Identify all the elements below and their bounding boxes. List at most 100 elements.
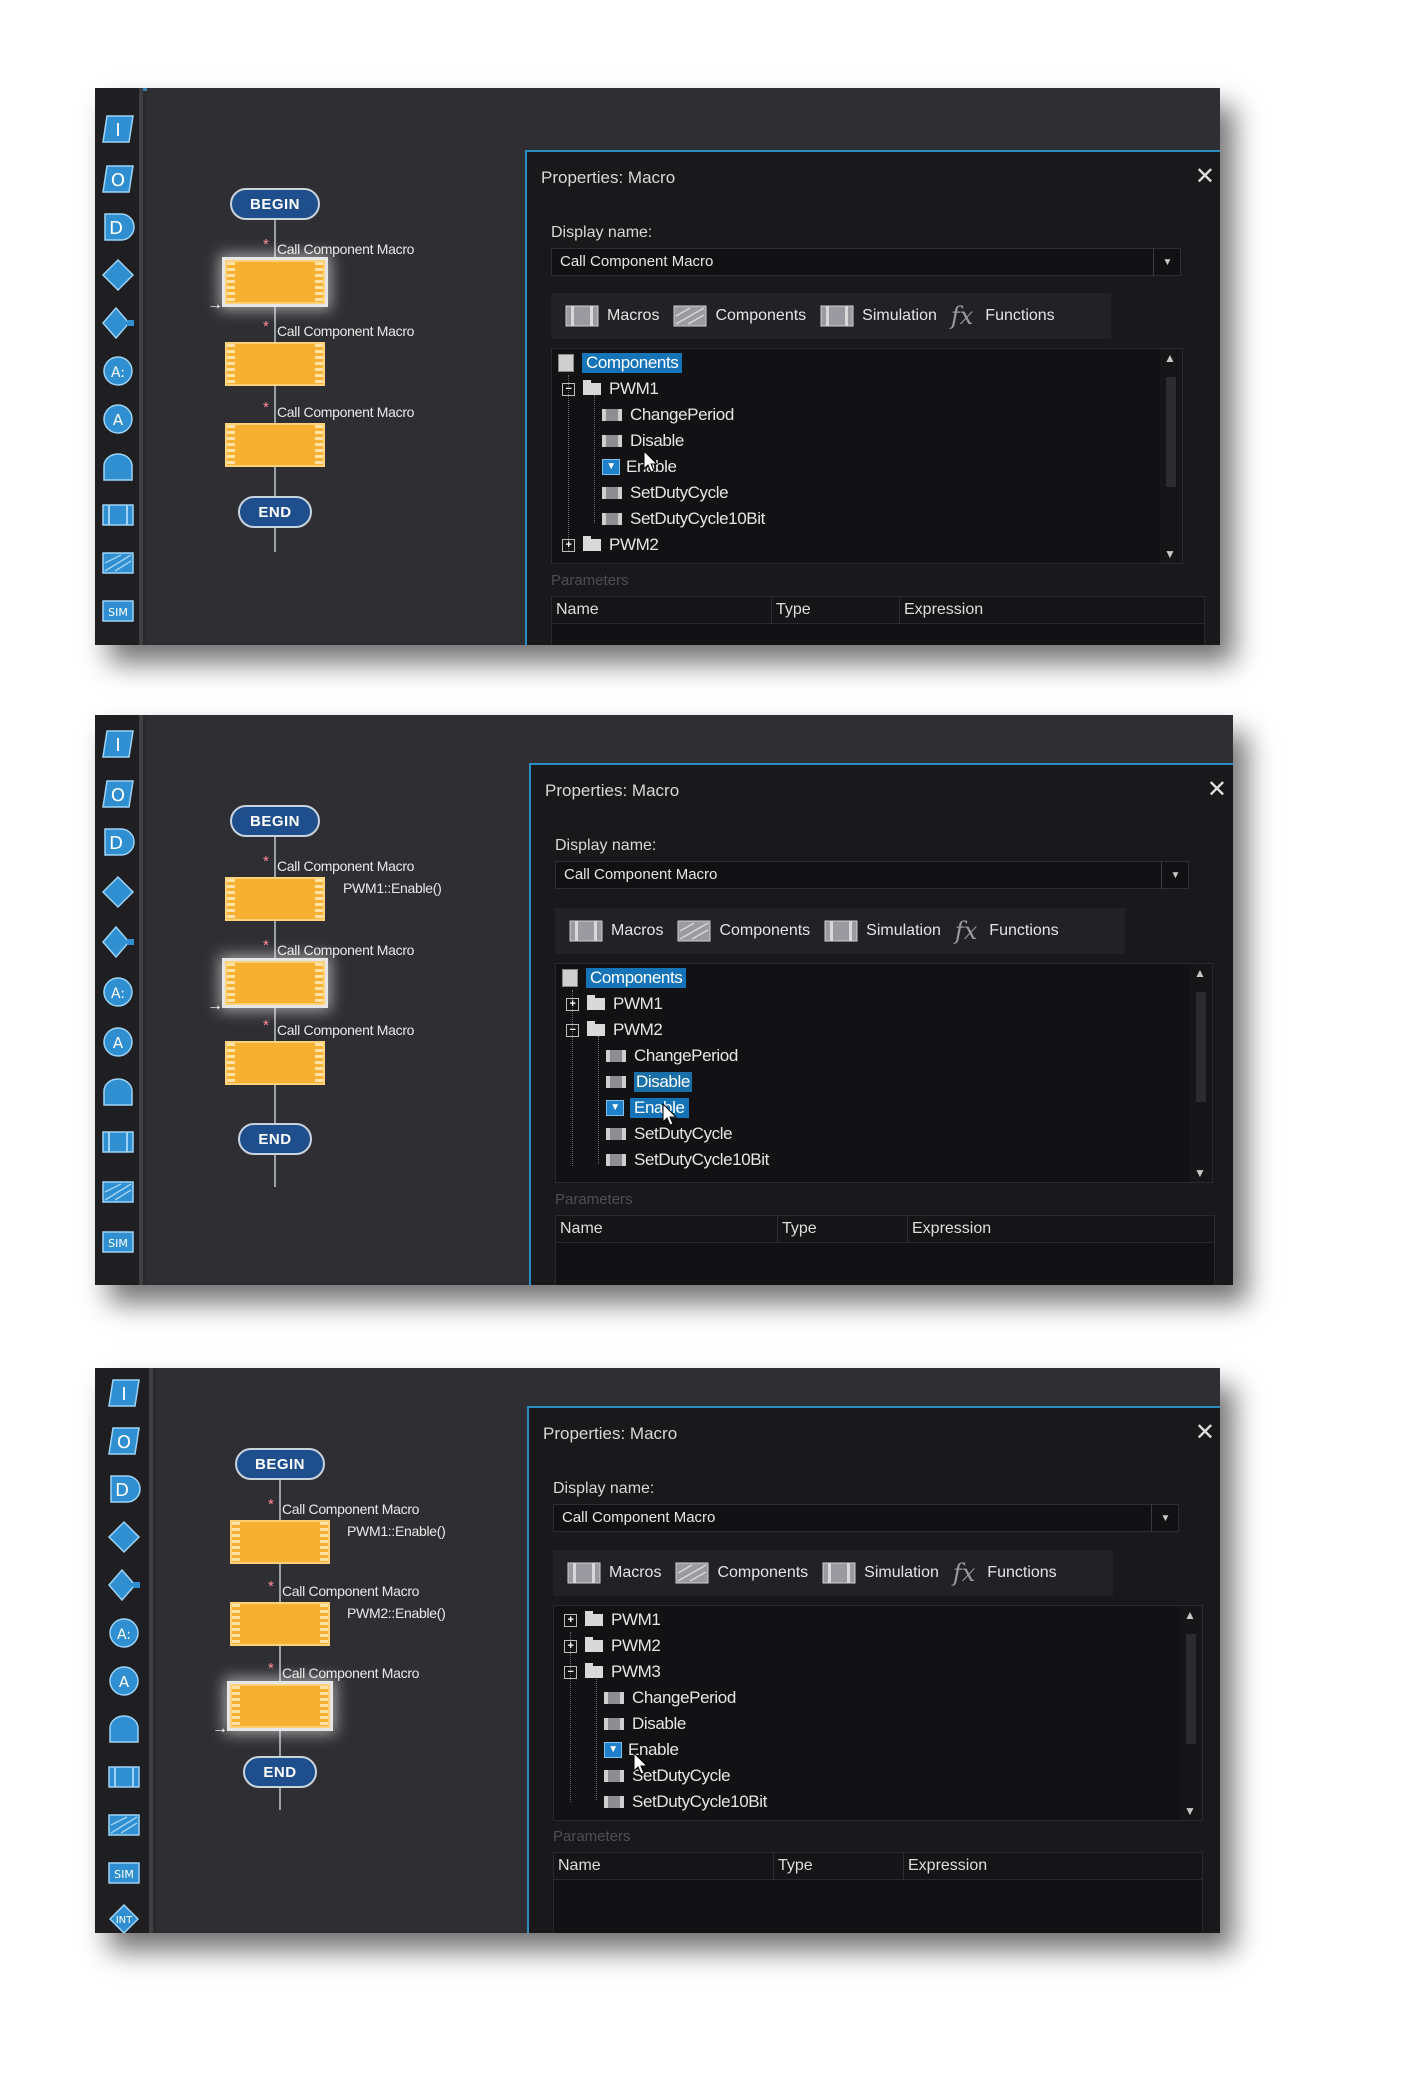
- macro-tree[interactable]: + PWM1 + PWM2 − PWM3 ChangePeriod Disable ▼…: [553, 1605, 1203, 1821]
- column-expression[interactable]: Expression: [908, 1216, 1214, 1242]
- close-icon[interactable]: ✕: [1207, 775, 1227, 804]
- tree-item-pwm2[interactable]: − PWM2: [566, 1018, 663, 1042]
- tab-simulation[interactable]: Simulation: [820, 303, 937, 329]
- tree-item-disable[interactable]: Disable: [604, 1712, 686, 1736]
- tree-item-setdutycycle[interactable]: SetDutyCycle: [602, 481, 729, 505]
- component-macro-icon[interactable]: [107, 1808, 141, 1842]
- delay-icon[interactable]: D: [107, 1472, 141, 1506]
- macro-icon[interactable]: [101, 1125, 135, 1159]
- tab-functions[interactable]: fx Functions: [951, 302, 1055, 330]
- display-name-field[interactable]: Call Component Macro: [551, 248, 1181, 276]
- column-type[interactable]: Type: [774, 1853, 904, 1879]
- end-terminal[interactable]: END: [243, 1756, 317, 1788]
- chevron-down-icon[interactable]: ▼: [1153, 248, 1181, 276]
- component-macro-icon[interactable]: [101, 1175, 135, 1209]
- connection-point-icon[interactable]: A: [101, 402, 135, 436]
- expand-icon[interactable]: +: [564, 1613, 577, 1627]
- connection-point-icon[interactable]: A: [107, 1664, 141, 1698]
- tree-scrollbar[interactable]: ▲ ▼: [1180, 1606, 1202, 1820]
- tree-item-pwm2[interactable]: + PWM2: [562, 533, 659, 557]
- macro-tree[interactable]: Components + PWM1 − PWM2 ChangePeriod Disa…: [555, 963, 1213, 1183]
- tree-item-components[interactable]: Components: [562, 966, 687, 990]
- tab-components[interactable]: Components: [677, 918, 810, 944]
- switch-icon[interactable]: [107, 1568, 141, 1602]
- tab-components[interactable]: Components: [675, 1560, 808, 1586]
- tree-item-changeperiod[interactable]: ChangePeriod: [604, 1686, 736, 1710]
- macro-icon[interactable]: [101, 498, 135, 532]
- interrupt-icon[interactable]: INT: [107, 1902, 141, 1933]
- connection-point-icon[interactable]: A: [101, 1025, 135, 1059]
- column-name[interactable]: Name: [556, 1216, 778, 1242]
- tree-item-pwm1[interactable]: + PWM1: [564, 1608, 661, 1632]
- tab-functions[interactable]: fx Functions: [953, 1559, 1057, 1587]
- tree-item-setdutycycle10bit[interactable]: SetDutyCycle10Bit: [602, 507, 765, 531]
- begin-terminal[interactable]: BEGIN: [230, 805, 320, 837]
- chevron-down-icon[interactable]: ▼: [1161, 861, 1189, 889]
- tree-scrollbar[interactable]: ▲ ▼: [1160, 349, 1182, 563]
- collapse-icon[interactable]: −: [564, 1665, 577, 1679]
- tree-item-setdutycycle[interactable]: SetDutyCycle: [604, 1764, 731, 1788]
- tab-simulation[interactable]: Simulation: [822, 1560, 939, 1586]
- tree-item-changeperiod[interactable]: ChangePeriod: [606, 1044, 738, 1068]
- collapse-icon[interactable]: −: [562, 382, 575, 396]
- call-component-macro-box[interactable]: [225, 961, 325, 1005]
- tree-item-pwm1[interactable]: − PWM1: [562, 377, 659, 401]
- close-icon[interactable]: ✕: [1195, 162, 1215, 191]
- call-component-macro-box[interactable]: [225, 260, 325, 304]
- call-component-macro-box[interactable]: [225, 877, 325, 921]
- call-component-macro-box[interactable]: [230, 1684, 330, 1728]
- input-icon[interactable]: I: [101, 727, 135, 761]
- tab-macros[interactable]: Macros: [569, 918, 663, 944]
- column-name[interactable]: Name: [554, 1853, 774, 1879]
- call-component-macro-box[interactable]: [230, 1602, 330, 1646]
- simulation-icon[interactable]: SIM: [101, 1225, 135, 1259]
- switch-icon[interactable]: [101, 306, 135, 340]
- input-icon[interactable]: I: [107, 1376, 141, 1410]
- end-terminal[interactable]: END: [238, 1123, 312, 1155]
- input-icon[interactable]: I: [101, 112, 135, 146]
- tree-item-enable[interactable]: ▼Enable: [602, 455, 677, 479]
- begin-terminal[interactable]: BEGIN: [230, 188, 320, 220]
- tab-macros[interactable]: Macros: [567, 1560, 661, 1586]
- tree-scrollbar[interactable]: ▲ ▼: [1190, 964, 1212, 1182]
- output-icon[interactable]: O: [107, 1424, 141, 1458]
- column-expression[interactable]: Expression: [904, 1853, 1202, 1879]
- call-component-macro-box[interactable]: [225, 423, 325, 467]
- tree-item-setdutycycle10bit[interactable]: SetDutyCycle10Bit: [604, 1790, 767, 1814]
- call-component-macro-box[interactable]: [225, 1041, 325, 1085]
- simulation-icon[interactable]: SIM: [101, 594, 135, 628]
- column-type[interactable]: Type: [778, 1216, 908, 1242]
- begin-terminal[interactable]: BEGIN: [235, 1448, 325, 1480]
- switch-icon[interactable]: [101, 925, 135, 959]
- loop-icon[interactable]: [101, 450, 135, 484]
- close-icon[interactable]: ✕: [1195, 1418, 1215, 1447]
- column-type[interactable]: Type: [772, 597, 900, 623]
- decision-icon[interactable]: [101, 875, 135, 909]
- chevron-down-icon[interactable]: ▼: [1151, 1504, 1179, 1532]
- decision-icon[interactable]: [101, 258, 135, 292]
- calculation-icon[interactable]: A:: [101, 354, 135, 388]
- delay-icon[interactable]: D: [101, 825, 135, 859]
- output-icon[interactable]: O: [101, 777, 135, 811]
- expand-icon[interactable]: +: [566, 997, 579, 1011]
- tab-macros[interactable]: Macros: [565, 303, 659, 329]
- tab-functions[interactable]: fx Functions: [955, 917, 1059, 945]
- tree-item-changeperiod[interactable]: ChangePeriod: [602, 403, 734, 427]
- component-macro-icon[interactable]: [101, 546, 135, 580]
- tree-item-setdutycycle10bit[interactable]: SetDutyCycle10Bit: [606, 1148, 769, 1172]
- tree-item-pwm2[interactable]: + PWM2: [564, 1634, 661, 1658]
- tab-simulation[interactable]: Simulation: [824, 918, 941, 944]
- loop-icon[interactable]: [101, 1075, 135, 1109]
- collapse-icon[interactable]: −: [566, 1023, 579, 1037]
- macro-icon[interactable]: [107, 1760, 141, 1794]
- calculation-icon[interactable]: A:: [101, 975, 135, 1009]
- call-component-macro-box[interactable]: [230, 1520, 330, 1564]
- loop-icon[interactable]: [107, 1712, 141, 1746]
- tree-item-components[interactable]: Components: [558, 351, 683, 375]
- delay-icon[interactable]: D: [101, 210, 135, 244]
- decision-icon[interactable]: [107, 1520, 141, 1554]
- simulation-icon[interactable]: SIM: [107, 1856, 141, 1890]
- tree-item-disable[interactable]: Disable: [606, 1070, 692, 1094]
- column-expression[interactable]: Expression: [900, 597, 1204, 623]
- tab-components[interactable]: Components: [673, 303, 806, 329]
